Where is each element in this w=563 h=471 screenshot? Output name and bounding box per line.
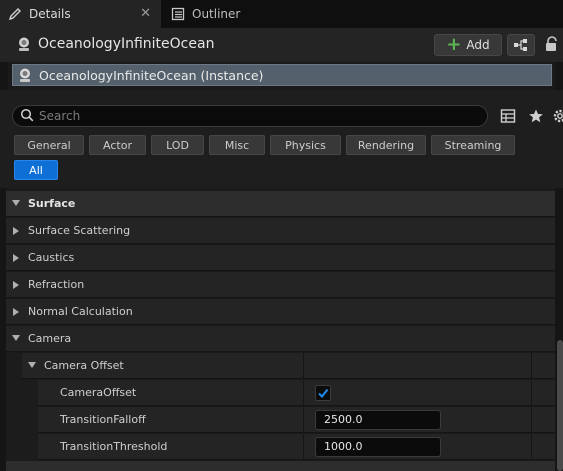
group-caustics-label: Caustics [28, 251, 75, 264]
component-row-instance[interactable]: OceanologyInfiniteOcean (Instance) [12, 64, 552, 86]
group-caustics[interactable]: Caustics [6, 245, 555, 271]
group-camera-label: Camera [28, 332, 72, 345]
category-next-partial[interactable] [6, 461, 555, 471]
component-tree: OceanologyInfiniteOcean (Instance) [8, 62, 555, 90]
transition-threshold-label: TransitionThreshold [60, 440, 168, 453]
category-surface[interactable]: Surface [6, 191, 555, 217]
collapse-arrow-icon [13, 281, 19, 289]
search-box[interactable] [12, 105, 488, 127]
transition-falloff-input[interactable]: 2500.0 [315, 410, 441, 430]
group-refraction[interactable]: Refraction [6, 272, 555, 298]
plus-icon: + [446, 34, 462, 55]
group-refraction-label: Refraction [28, 278, 85, 291]
column-divider [531, 434, 532, 460]
transition-falloff-label: TransitionFalloff [60, 413, 146, 426]
tab-details[interactable]: Details ✕ [0, 0, 161, 28]
table-view-icon[interactable] [500, 108, 516, 127]
tab-details-label: Details [29, 7, 71, 21]
column-divider [303, 407, 304, 433]
column-divider [531, 407, 532, 433]
group-normal-calculation-label: Normal Calculation [28, 305, 133, 318]
filter-all[interactable]: All [14, 160, 58, 180]
component-label: OceanologyInfiniteOcean (Instance) [39, 67, 264, 83]
indent-guide [6, 353, 22, 379]
tab-bar: Details ✕ Outliner [0, 0, 563, 28]
group-camera-offset[interactable]: Camera Offset [6, 353, 555, 379]
filter-physics[interactable]: Physics [270, 135, 341, 155]
expand-arrow-icon [12, 200, 20, 206]
filter-streaming[interactable]: Streaming [431, 135, 515, 155]
filter-lod[interactable]: LOD [151, 135, 204, 155]
settings-gear-icon[interactable] [552, 108, 563, 127]
indent-guide [6, 407, 38, 433]
details-header: OceanologyInfiniteOcean + Add [0, 28, 563, 62]
filter-area: General Actor LOD Misc Physics Rendering… [0, 90, 563, 188]
column-divider [303, 353, 304, 379]
column-divider [531, 353, 532, 379]
expand-arrow-icon [12, 335, 20, 341]
filter-misc[interactable]: Misc [209, 135, 265, 155]
group-camera[interactable]: Camera [6, 326, 555, 352]
outliner-icon [170, 6, 186, 22]
filter-actor[interactable]: Actor [89, 135, 146, 155]
blueprint-button[interactable] [507, 34, 535, 56]
collapse-arrow-icon [13, 227, 19, 235]
actor-instance-icon [17, 67, 33, 83]
checkmark-icon [318, 388, 329, 399]
transition-threshold-input[interactable]: 1000.0 [315, 437, 441, 457]
group-surface-scattering[interactable]: Surface Scattering [6, 218, 555, 244]
star-icon[interactable] [528, 108, 544, 127]
close-tab-icon[interactable]: ✕ [140, 6, 151, 21]
indent-guide [6, 434, 38, 460]
collapse-arrow-icon [13, 308, 19, 316]
pencil-icon [7, 6, 23, 22]
collapse-arrow-icon [13, 254, 19, 262]
vertical-scrollbar[interactable] [557, 340, 563, 471]
camera-offset-checkbox[interactable] [315, 385, 331, 401]
expand-arrow-icon [28, 362, 36, 368]
actor-name: OceanologyInfiniteOcean [38, 36, 215, 52]
column-divider [303, 434, 304, 460]
add-component-button[interactable]: + Add [434, 34, 502, 56]
group-surface-scattering-label: Surface Scattering [28, 224, 131, 237]
hierarchy-icon [514, 39, 527, 51]
search-input[interactable] [39, 109, 439, 123]
property-tree: Surface Surface Scattering Caustics Refr… [6, 188, 555, 471]
actor-icon [16, 36, 32, 52]
filter-rendering[interactable]: Rendering [346, 135, 426, 155]
column-divider [531, 380, 532, 406]
property-row-transition-falloff: TransitionFalloff 2500.0 [6, 407, 555, 433]
column-divider [303, 380, 304, 406]
tab-outliner-label: Outliner [192, 7, 241, 21]
group-normal-calculation[interactable]: Normal Calculation [6, 299, 555, 325]
tab-outliner[interactable]: Outliner [163, 0, 283, 28]
indent-guide [6, 380, 38, 406]
group-camera-offset-label: Camera Offset [44, 359, 124, 372]
property-row-camera-offset: CameraOffset [6, 380, 555, 406]
add-button-label: Add [466, 38, 490, 52]
property-row-transition-threshold: TransitionThreshold 1000.0 [6, 434, 555, 460]
filter-general[interactable]: General [14, 135, 84, 155]
lock-icon[interactable] [545, 36, 559, 55]
search-icon [20, 108, 34, 125]
category-surface-label: Surface [28, 197, 76, 210]
camera-offset-label: CameraOffset [60, 386, 137, 399]
